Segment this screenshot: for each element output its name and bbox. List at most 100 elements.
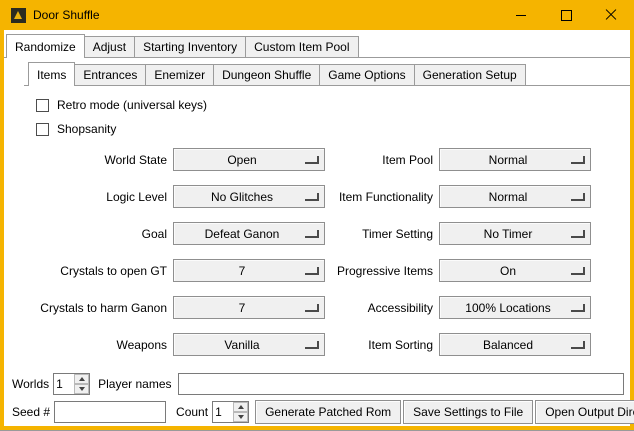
logic-level-label: Logic Level [32,190,167,204]
progressive-items-value: On [500,264,516,278]
app-window: Door Shuffle Randomize Adjust Starting I… [0,0,634,430]
close-button[interactable] [592,0,630,30]
maximize-icon [561,10,572,21]
count-input[interactable] [213,402,233,422]
shopsanity-checkbox[interactable] [36,123,49,136]
main-tab-bar: Randomize Adjust Starting Inventory Cust… [4,30,630,57]
items-pane: Retro mode (universal keys) Shopsanity W… [24,85,630,368]
retro-mode-label: Retro mode (universal keys) [57,98,207,112]
worlds-spin-arrows [74,374,89,394]
client-area: Randomize Adjust Starting Inventory Cust… [4,30,630,426]
dropdown-indicator-icon [571,304,585,312]
accessibility-dropdown[interactable]: 100% Locations [439,296,591,319]
item-sorting-value: Balanced [483,338,533,352]
player-names-input[interactable] [178,373,625,395]
dropdown-indicator-icon [305,230,319,238]
shopsanity-row: Shopsanity [36,122,630,136]
dropdown-indicator-icon [571,193,585,201]
item-functionality-value: Normal [489,190,528,204]
tab-items[interactable]: Items [28,62,75,86]
logic-level-dropdown[interactable]: No Glitches [173,185,325,208]
accessibility-label: Accessibility [331,301,433,315]
item-functionality-label: Item Functionality [331,190,433,204]
spin-up-icon [238,405,244,409]
tab-enemizer[interactable]: Enemizer [145,64,214,85]
open-output-directory-button[interactable]: Open Output Directory [535,400,634,424]
item-sorting-label: Item Sorting [331,338,433,352]
tab-game-options[interactable]: Game Options [319,64,414,85]
weapons-value: Vanilla [224,338,259,352]
worlds-spin-down[interactable] [74,384,89,394]
accessibility-value: 100% Locations [465,301,550,315]
spin-down-icon [79,387,85,391]
app-icon[interactable] [11,8,26,23]
tab-custom-item-pool[interactable]: Custom Item Pool [245,36,358,57]
dropdown-indicator-icon [305,267,319,275]
tab-randomize[interactable]: Randomize [6,34,85,58]
item-pool-label: Item Pool [331,153,433,167]
goal-label: Goal [32,227,167,241]
dropdown-indicator-icon [571,341,585,349]
window-title: Door Shuffle [33,8,100,22]
dropdown-indicator-icon [305,304,319,312]
seed-row: Seed # Count Generate Patched Rom Save S… [12,400,624,424]
crystals-gt-dropdown[interactable]: 7 [173,259,325,282]
generate-patched-rom-button[interactable]: Generate Patched Rom [255,400,401,424]
count-spin-down[interactable] [233,412,248,422]
tab-entrances[interactable]: Entrances [74,64,146,85]
worlds-row: Worlds Player names [12,373,624,395]
worlds-label: Worlds [12,377,49,391]
titlebar: Door Shuffle [4,0,630,30]
player-names-label: Player names [98,377,171,391]
timer-setting-label: Timer Setting [331,227,433,241]
dropdown-indicator-icon [305,193,319,201]
bottom-controls: Worlds Player names Seed # Count [4,368,630,431]
crystals-ganon-dropdown[interactable]: 7 [173,296,325,319]
world-state-dropdown[interactable]: Open [173,148,325,171]
goal-dropdown[interactable]: Defeat Ganon [173,222,325,245]
save-settings-button[interactable]: Save Settings to File [403,400,533,424]
item-functionality-dropdown[interactable]: Normal [439,185,591,208]
retro-mode-checkbox[interactable] [36,99,49,112]
count-spinner [212,401,249,423]
randomize-pane: Items Entrances Enemizer Dungeon Shuffle… [4,57,630,368]
worlds-spinner [53,373,90,395]
weapons-dropdown[interactable]: Vanilla [173,333,325,356]
tab-generation-setup[interactable]: Generation Setup [414,64,526,85]
crystals-gt-label: Crystals to open GT [32,264,167,278]
sub-tab-bar: Items Entrances Enemizer Dungeon Shuffle… [24,58,630,85]
progressive-items-label: Progressive Items [331,264,433,278]
timer-setting-dropdown[interactable]: No Timer [439,222,591,245]
count-spin-up[interactable] [233,402,248,412]
retro-mode-row: Retro mode (universal keys) [36,98,630,112]
worlds-input[interactable] [54,374,74,394]
dropdown-indicator-icon [571,156,585,164]
item-sorting-dropdown[interactable]: Balanced [439,333,591,356]
logic-level-value: No Glitches [211,190,273,204]
minimize-icon [516,15,526,16]
worlds-spin-up[interactable] [74,374,89,384]
options-grid: World State Open Item Pool Normal Logic … [32,148,630,356]
crystals-gt-value: 7 [239,264,246,278]
count-label: Count [176,405,208,419]
crystals-ganon-value: 7 [239,301,246,315]
dropdown-indicator-icon [305,156,319,164]
progressive-items-dropdown[interactable]: On [439,259,591,282]
tab-starting-inventory[interactable]: Starting Inventory [134,36,246,57]
tab-adjust[interactable]: Adjust [84,36,135,57]
seed-input[interactable] [54,401,166,423]
item-pool-dropdown[interactable]: Normal [439,148,591,171]
world-state-value: Open [227,153,256,167]
tab-dungeon-shuffle[interactable]: Dungeon Shuffle [213,64,320,85]
shopsanity-label: Shopsanity [57,122,116,136]
close-icon [605,9,617,21]
dropdown-indicator-icon [571,230,585,238]
weapons-label: Weapons [32,338,167,352]
maximize-button[interactable] [547,0,585,30]
crystals-ganon-label: Crystals to harm Ganon [32,301,167,315]
world-state-label: World State [32,153,167,167]
seed-label: Seed # [12,405,50,419]
minimize-button[interactable] [502,0,540,30]
item-pool-value: Normal [489,153,528,167]
spin-down-icon [238,415,244,419]
